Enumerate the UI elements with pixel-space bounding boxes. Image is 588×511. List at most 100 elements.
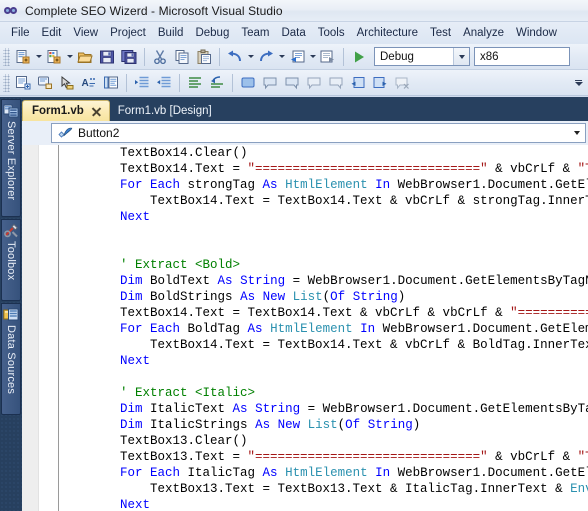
tab-form1-vb[interactable]: Form1.vb bbox=[22, 100, 110, 121]
menu-item-team[interactable]: Team bbox=[235, 25, 275, 42]
code-token: As bbox=[247, 322, 263, 336]
menu-item-test[interactable]: Test bbox=[424, 25, 457, 42]
previous-bookmark-in-document-icon[interactable] bbox=[347, 72, 369, 94]
code-token: String bbox=[255, 402, 301, 416]
member-combobox[interactable]: Button2 bbox=[51, 123, 586, 143]
tab-form1-vb-design[interactable]: Form1.vb [Design] bbox=[110, 100, 219, 121]
navigate-backward-icon[interactable] bbox=[286, 46, 308, 68]
display-quick-info-icon[interactable] bbox=[56, 72, 78, 94]
code-token: New bbox=[262, 290, 286, 304]
menu-item-file[interactable]: File bbox=[5, 25, 36, 42]
code-line: For Each BoldTag As HtmlElement In WebBr… bbox=[60, 321, 588, 337]
menu-item-edit[interactable]: Edit bbox=[36, 25, 68, 42]
menu-item-window[interactable]: Window bbox=[510, 25, 563, 42]
toolbar-grip[interactable] bbox=[3, 47, 10, 66]
chevron-down-icon[interactable] bbox=[574, 131, 580, 135]
code-line: Dim BoldText As String = WebBrowser1.Doc… bbox=[60, 273, 588, 289]
code-token: TextBox14.Text = TextBox14.Text & vbCrLf… bbox=[60, 194, 588, 208]
chevron-down-icon[interactable] bbox=[453, 48, 469, 65]
previous-bookmark-icon[interactable] bbox=[259, 72, 281, 94]
solution-configuration-combobox[interactable]: Debug bbox=[374, 47, 470, 66]
new-project-dropdown-arrow[interactable] bbox=[34, 46, 43, 68]
undo-icon[interactable] bbox=[224, 46, 246, 68]
toolbar-grip[interactable] bbox=[3, 73, 10, 92]
toolbar-overflow-chevron-icon[interactable] bbox=[573, 73, 584, 93]
code-line: TextBox14.Clear() bbox=[60, 145, 588, 161]
code-editor[interactable]: TextBox14.Clear() TextBox14.Text = "====… bbox=[22, 145, 588, 511]
uncomment-selection-icon[interactable] bbox=[206, 72, 228, 94]
redo-dropdown-arrow[interactable] bbox=[277, 46, 286, 68]
navigate-backward-dropdown-arrow[interactable] bbox=[308, 46, 317, 68]
data-sources-icon bbox=[3, 308, 19, 321]
menu-item-data[interactable]: Data bbox=[275, 25, 311, 42]
code-text-area[interactable]: TextBox14.Clear() TextBox14.Text = "====… bbox=[60, 145, 588, 511]
sidebar-item-server-explorer[interactable]: Server Explorer bbox=[1, 99, 21, 217]
code-token: BoldStrings bbox=[142, 290, 241, 304]
toggle-complete-word-icon[interactable] bbox=[100, 72, 122, 94]
code-line: Next bbox=[60, 209, 588, 225]
code-token: As bbox=[262, 178, 278, 192]
code-token: WebBrowser1.Document.GetElements bbox=[382, 322, 588, 336]
cut-icon[interactable] bbox=[149, 46, 171, 68]
display-object-member-list-icon[interactable] bbox=[12, 72, 34, 94]
code-token: Dim bbox=[120, 402, 143, 416]
menu-item-project[interactable]: Project bbox=[104, 25, 152, 42]
navigate-forward-icon[interactable] bbox=[317, 46, 339, 68]
new-project-icon[interactable] bbox=[12, 46, 34, 68]
code-token: "=============== bbox=[510, 306, 588, 320]
code-line: Dim BoldStrings As New List(Of String) bbox=[60, 289, 588, 305]
code-token: strongTag bbox=[180, 178, 263, 192]
save-icon[interactable] bbox=[96, 46, 118, 68]
toggle-bookmark-icon[interactable] bbox=[237, 72, 259, 94]
menu-item-tools[interactable]: Tools bbox=[312, 25, 351, 42]
add-new-item-dropdown-arrow[interactable] bbox=[65, 46, 74, 68]
sidebar-item-data-sources[interactable]: Data Sources bbox=[1, 303, 21, 415]
save-all-icon[interactable] bbox=[118, 46, 140, 68]
indicator-margin[interactable] bbox=[22, 145, 39, 511]
display-word-completion-icon[interactable]: A bbox=[78, 72, 100, 94]
add-new-item-icon[interactable] bbox=[43, 46, 65, 68]
code-token: BoldTag bbox=[180, 322, 248, 336]
code-token: Of bbox=[345, 418, 361, 432]
clear-bookmarks-icon[interactable] bbox=[391, 72, 413, 94]
code-line: TextBox13.Text = "======================… bbox=[60, 449, 588, 465]
sidebar-item-toolbox[interactable]: Toolbox bbox=[1, 219, 21, 301]
increase-indent-icon[interactable] bbox=[131, 72, 153, 94]
display-parameter-info-icon[interactable] bbox=[34, 72, 56, 94]
next-bookmark-in-document-icon[interactable] bbox=[369, 72, 391, 94]
code-token: In bbox=[375, 178, 391, 192]
document-tab-strip: Form1.vb Form1.vb [Design] bbox=[22, 97, 588, 121]
window-title: Complete SEO Wizerd - Microsoft Visual S… bbox=[25, 3, 283, 18]
code-token: & vbCrLf & bbox=[487, 162, 578, 176]
menu-item-analyze[interactable]: Analyze bbox=[457, 25, 510, 42]
close-icon[interactable] bbox=[91, 106, 102, 117]
menu-item-view[interactable]: View bbox=[67, 25, 104, 42]
solution-platform-combobox[interactable]: x86 bbox=[474, 47, 570, 66]
menu-item-build[interactable]: Build bbox=[152, 25, 190, 42]
copy-icon[interactable] bbox=[171, 46, 193, 68]
next-bookmark-icon[interactable] bbox=[281, 72, 303, 94]
paste-icon[interactable] bbox=[193, 46, 215, 68]
start-debugging-icon[interactable] bbox=[348, 46, 370, 68]
menu-item-architecture[interactable]: Architecture bbox=[351, 25, 424, 42]
open-file-icon[interactable] bbox=[74, 46, 96, 68]
previous-bookmark-in-folder-icon[interactable] bbox=[303, 72, 325, 94]
menu-item-debug[interactable]: Debug bbox=[189, 25, 235, 42]
next-bookmark-in-folder-icon[interactable] bbox=[325, 72, 347, 94]
comment-selection-icon[interactable] bbox=[184, 72, 206, 94]
selection-margin[interactable] bbox=[40, 145, 59, 511]
redo-icon[interactable] bbox=[255, 46, 277, 68]
decrease-indent-icon[interactable] bbox=[153, 72, 175, 94]
undo-dropdown-arrow[interactable] bbox=[246, 46, 255, 68]
title-bar: Complete SEO Wizerd - Microsoft Visual S… bbox=[0, 0, 588, 22]
